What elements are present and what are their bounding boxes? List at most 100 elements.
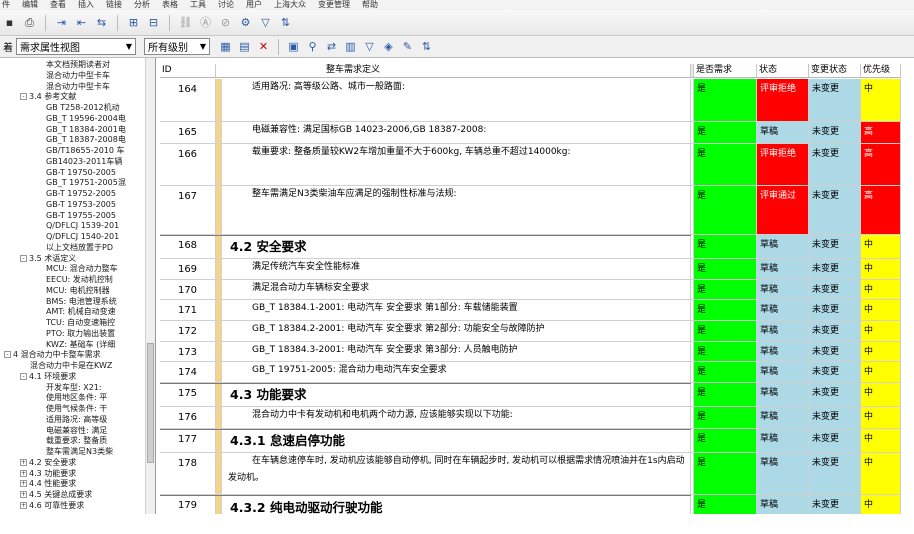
table-row[interactable]: 175 4.3 功能要求是草稿 未变更中 — [160, 383, 914, 407]
definition-cell[interactable]: GB_T 18384.2-2001: 电动汽车 安全要求 第2部分: 功能安全与… — [222, 321, 691, 342]
tree-item[interactable]: +4.6 可靠性要求 — [20, 501, 84, 510]
definition-cell[interactable]: GB_T 18384.1-2001: 电动汽车 安全要求 第1部分: 车载储能装… — [222, 300, 691, 321]
tree-item[interactable]: KWZ: 基础车 (详细 — [46, 340, 115, 349]
tree-item[interactable]: 整车需满足N3类柴 — [46, 448, 113, 456]
expand-icon[interactable]: + — [20, 458, 27, 466]
unlink-icon[interactable]: ⊘ — [218, 15, 233, 30]
tree-item[interactable]: +4.2 安全要求 — [20, 458, 76, 467]
menu-item[interactable]: 分析 — [134, 0, 150, 10]
row-id-cell[interactable]: 178 — [160, 453, 216, 495]
is-requirement-cell[interactable]: 是 — [694, 259, 757, 280]
table-row[interactable]: 178 在车辆怠速停车时, 发动机应该能够自动停机, 同时在车辆起步时, 发动机可… — [160, 453, 914, 495]
priority-cell[interactable]: 中 — [861, 259, 901, 280]
tree-item[interactable]: GB14023-2011车辆 — [46, 157, 122, 166]
priority-cell[interactable]: 高 — [861, 122, 901, 144]
sort-icon[interactable]: ⇅ — [278, 15, 293, 30]
status-cell[interactable]: 草稿 — [757, 259, 809, 280]
change-status-cell[interactable]: 未变更 — [809, 122, 861, 144]
definition-cell[interactable]: 电磁兼容性: 满足国标GB 14023-2006,GB 18387-2008: — [222, 122, 691, 144]
priority-cell[interactable]: 中 — [861, 383, 901, 407]
definition-cell[interactable]: 适用路况: 高等级公路、城市一般路面: — [222, 79, 691, 122]
definition-cell[interactable]: 4.3.1 怠速启停功能 — [222, 429, 691, 453]
is-requirement-cell[interactable]: 是 — [694, 342, 757, 362]
change-status-cell[interactable]: 未变更 — [809, 300, 861, 321]
change-status-cell[interactable]: 未变更 — [809, 495, 861, 514]
table-row[interactable]: 171 GB_T 18384.1-2001: 电动汽车 安全要求 第1部分: 车载… — [160, 300, 914, 321]
tree-item[interactable]: -4.1 环境要求 — [20, 372, 76, 381]
is-requirement-cell[interactable]: 是 — [694, 362, 757, 383]
is-requirement-cell[interactable]: 是 — [694, 495, 757, 514]
change-status-cell[interactable]: 未变更 — [809, 280, 861, 300]
definition-cell[interactable]: 满足传统汽车安全性能标准 — [222, 259, 691, 280]
table-row[interactable]: 172 GB_T 18384.2-2001: 电动汽车 安全要求 第2部分: 功能… — [160, 321, 914, 342]
status-cell[interactable]: 草稿 — [757, 495, 809, 514]
is-requirement-cell[interactable]: 是 — [694, 144, 757, 186]
menu-item[interactable]: 讨论 — [218, 0, 234, 10]
is-requirement-cell[interactable]: 是 — [694, 453, 757, 495]
priority-cell[interactable]: 中 — [861, 235, 901, 259]
collapse-icon[interactable]: - — [20, 93, 27, 101]
priority-cell[interactable]: 高 — [861, 186, 901, 235]
insert-icon[interactable]: ▦ — [218, 39, 233, 54]
delete-icon[interactable]: ✕ — [256, 39, 271, 54]
format-icon[interactable]: Ⓐ — [198, 15, 213, 30]
collapse-icon[interactable]: - — [20, 372, 27, 380]
grid-icon[interactable]: ▥ — [343, 39, 358, 54]
insert-object-below-icon[interactable]: ⊟ — [146, 15, 161, 30]
link-icon[interactable]: ⇄ — [324, 39, 339, 54]
funnel-icon[interactable]: ▽ — [362, 39, 377, 54]
priority-cell[interactable]: 中 — [861, 453, 901, 495]
definition-cell[interactable]: 4.3 功能要求 — [222, 383, 691, 407]
tree-item[interactable]: BMS: 电池管理系统 — [46, 297, 117, 306]
insert-below-icon[interactable]: ▤ — [237, 39, 252, 54]
priority-cell[interactable]: 中 — [861, 321, 901, 342]
sort-icon[interactable]: ⇅ — [419, 39, 434, 54]
row-id-cell[interactable]: 169 — [160, 259, 216, 280]
tree-item[interactable]: GB-T 19753-2005 — [46, 200, 116, 209]
definition-cell[interactable]: GB_T 19751-2005: 混合动力电动汽车安全要求 — [222, 362, 691, 383]
menu-item[interactable]: 表格 — [162, 0, 178, 10]
tree-item[interactable]: TCU: 自动变速箱控 — [46, 319, 115, 327]
menu-item[interactable]: 件 — [2, 0, 10, 10]
row-id-cell[interactable]: 173 — [160, 342, 216, 362]
table-row[interactable]: 176 混合动力中卡有发动机和电机两个动力源, 应该能够实现以下功能: 是草稿 未变更… — [160, 407, 914, 429]
status-cell[interactable]: 草稿 — [757, 429, 809, 453]
tree-item[interactable]: +4.4 性能要求 — [20, 480, 76, 488]
tree-item[interactable]: GB-T 19752-2005 — [46, 190, 116, 198]
tree-item[interactable]: MCU: 混合动力整车 — [46, 265, 118, 273]
tree-item[interactable]: 混合动力中型卡车 — [46, 82, 110, 91]
change-status-cell[interactable]: 未变更 — [809, 429, 861, 453]
header-id[interactable]: ID — [160, 64, 216, 78]
table-row[interactable]: 164 适用路况: 高等级公路、城市一般路面: 是评审拒绝 未变更中 — [160, 79, 914, 122]
tree-scrollbar-thumb[interactable] — [147, 343, 154, 463]
status-cell[interactable]: 草稿 — [757, 280, 809, 300]
status-cell[interactable]: 草稿 — [757, 122, 809, 144]
tree-item[interactable]: 开发车型: X21: — [46, 383, 102, 392]
table-row[interactable]: 167 整车需满足N3类柴油车应满足的强制性标准与法规: 是评审通过 未变更高 — [160, 186, 914, 235]
definition-cell[interactable]: 在车辆怠速停车时, 发动机应该能够自动停机, 同时在车辆起步时, 发动机可以根据… — [222, 453, 691, 495]
attribute-icon[interactable]: ⚙ — [238, 15, 253, 30]
table-row[interactable]: 168 4.2 安全要求是草稿 未变更中 — [160, 235, 914, 259]
priority-cell[interactable]: 中 — [861, 342, 901, 362]
change-status-cell[interactable]: 未变更 — [809, 342, 861, 362]
tree-item[interactable]: 本文档预期读者对 — [46, 61, 110, 69]
definition-cell[interactable]: 4.2 安全要求 — [222, 235, 691, 259]
is-requirement-cell[interactable]: 是 — [694, 122, 757, 144]
status-cell[interactable]: 草稿 — [757, 342, 809, 362]
collapse-icon[interactable]: - — [4, 351, 11, 359]
tree-item[interactable]: EECU: 发动机控制 — [46, 276, 113, 284]
expand-icon[interactable]: + — [20, 491, 27, 498]
tree-item[interactable]: GB T258-2012机动 — [46, 104, 120, 112]
definition-cell[interactable]: GB_T 18384.3-2001: 电动汽车 安全要求 第3部分: 人员触电防… — [222, 342, 691, 362]
priority-cell[interactable]: 中 — [861, 300, 901, 321]
tree-item[interactable]: 电磁兼容性: 满足 — [46, 426, 107, 435]
status-cell[interactable]: 评审拒绝 — [757, 79, 809, 122]
tree-item[interactable]: Q/DFLCJ 1540-201 — [46, 233, 119, 241]
menu-item[interactable]: 帮助 — [362, 0, 378, 10]
tree-item[interactable]: GB_T 19596-2004电 — [46, 114, 126, 123]
is-requirement-cell[interactable]: 是 — [694, 300, 757, 321]
change-status-cell[interactable]: 未变更 — [809, 144, 861, 186]
row-id-cell[interactable]: 171 — [160, 300, 216, 321]
definition-cell[interactable]: 混合动力中卡有发动机和电机两个动力源, 应该能够实现以下功能: — [222, 407, 691, 429]
status-cell[interactable]: 草稿 — [757, 383, 809, 407]
